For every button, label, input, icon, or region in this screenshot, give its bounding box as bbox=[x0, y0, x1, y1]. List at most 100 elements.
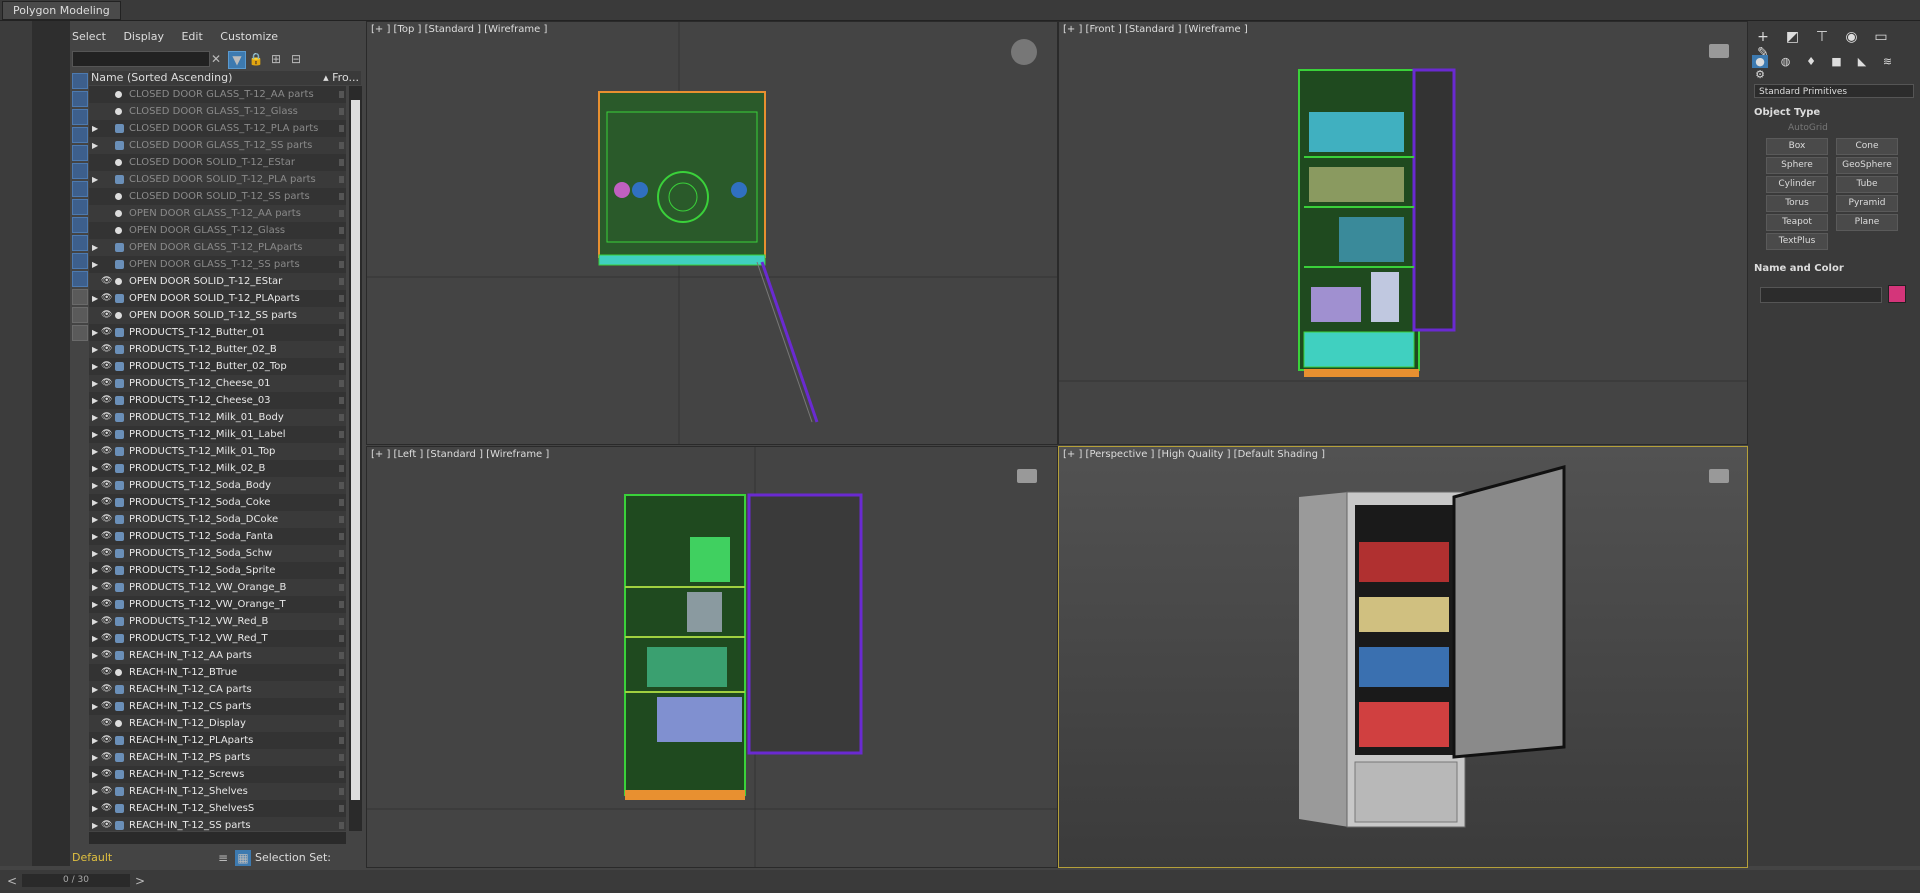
filter-cameras-icon[interactable] bbox=[72, 127, 88, 143]
modify-tab-icon[interactable]: ◩ bbox=[1782, 29, 1804, 45]
visibility-eye-icon[interactable]: 👁 bbox=[101, 732, 112, 749]
list-item[interactable]: ▶ 👁 PRODUCTS_T-12_Soda_Coke bbox=[89, 494, 346, 511]
list-item[interactable]: OPEN DOOR GLASS_T-12_AA parts bbox=[89, 205, 346, 222]
cylinder-button[interactable]: Cylinder bbox=[1766, 176, 1828, 193]
frozen-toggle-icon[interactable] bbox=[339, 635, 344, 642]
filter-icon[interactable]: ▼ bbox=[228, 51, 246, 69]
list-item[interactable]: ▶ 👁 REACH-IN_T-12_SS parts bbox=[89, 817, 346, 831]
hierarchy-tab-icon[interactable]: ⊤ bbox=[1811, 29, 1833, 45]
visibility-eye-icon[interactable]: 👁 bbox=[101, 511, 112, 528]
frozen-toggle-icon[interactable] bbox=[339, 703, 344, 710]
menu-select[interactable]: Select bbox=[72, 30, 106, 43]
expand-arrow-icon[interactable]: ▶ bbox=[92, 783, 100, 800]
systems-icon[interactable]: ⚙ bbox=[1752, 68, 1768, 81]
frozen-toggle-icon[interactable] bbox=[339, 312, 344, 319]
shapes-icon[interactable]: ◍ bbox=[1778, 55, 1794, 68]
expand-arrow-icon[interactable]: ▶ bbox=[92, 290, 100, 307]
filter-shapes-icon[interactable] bbox=[72, 91, 88, 107]
list-item[interactable]: ▶ 👁 PRODUCTS_T-12_VW_Orange_B bbox=[89, 579, 346, 596]
expand-arrow-icon[interactable]: ▶ bbox=[92, 341, 100, 358]
filter-frozen-icon[interactable] bbox=[72, 253, 88, 269]
scrollbar-thumb[interactable] bbox=[351, 100, 360, 800]
menu-edit[interactable]: Edit bbox=[181, 30, 202, 43]
frozen-toggle-icon[interactable] bbox=[339, 516, 344, 523]
list-item[interactable]: ▶ 👁 PRODUCTS_T-12_Soda_Schw bbox=[89, 545, 346, 562]
frozen-toggle-icon[interactable] bbox=[339, 431, 344, 438]
expand-arrow-icon[interactable]: ▶ bbox=[92, 817, 100, 831]
filter-bones-icon[interactable] bbox=[72, 217, 88, 233]
frozen-toggle-icon[interactable] bbox=[339, 295, 344, 302]
list-item[interactable]: ▶ OPEN DOOR GLASS_T-12_SS parts bbox=[89, 256, 346, 273]
visibility-eye-icon[interactable]: 👁 bbox=[101, 647, 112, 664]
expand-arrow-icon[interactable]: ▶ bbox=[92, 647, 100, 664]
visibility-eye-icon[interactable]: 👁 bbox=[101, 715, 112, 732]
frozen-toggle-icon[interactable] bbox=[339, 669, 344, 676]
frozen-toggle-icon[interactable] bbox=[339, 91, 344, 98]
filter-all-icon[interactable] bbox=[72, 289, 88, 305]
expand-arrow-icon[interactable]: ▶ bbox=[92, 358, 100, 375]
visibility-eye-icon[interactable]: 👁 bbox=[101, 783, 112, 800]
frozen-toggle-icon[interactable] bbox=[339, 550, 344, 557]
explorer-column-header[interactable]: Name (Sorted Ascending) ▴ Fro... bbox=[89, 71, 361, 85]
expand-arrow-icon[interactable]: ▶ bbox=[92, 800, 100, 817]
filter-invert-icon[interactable] bbox=[72, 325, 88, 341]
list-horizontal-scrollbar[interactable] bbox=[89, 832, 346, 844]
menu-customize[interactable]: Customize bbox=[220, 30, 278, 43]
list-item[interactable]: ▶ 👁 PRODUCTS_T-12_Milk_01_Label bbox=[89, 426, 346, 443]
expand-arrow-icon[interactable]: ▶ bbox=[92, 562, 100, 579]
frozen-toggle-icon[interactable] bbox=[339, 499, 344, 506]
sphere-button[interactable]: Sphere bbox=[1766, 157, 1828, 174]
menu-display[interactable]: Display bbox=[123, 30, 164, 43]
filter-hidden-icon[interactable] bbox=[72, 271, 88, 287]
list-item[interactable]: ▶ 👁 PRODUCTS_T-12_VW_Red_B bbox=[89, 613, 346, 630]
visibility-eye-icon[interactable]: 👁 bbox=[101, 290, 112, 307]
frozen-toggle-icon[interactable] bbox=[339, 397, 344, 404]
expand-arrow-icon[interactable]: ▶ bbox=[92, 120, 100, 137]
search-input[interactable] bbox=[72, 51, 210, 67]
frozen-toggle-icon[interactable] bbox=[339, 737, 344, 744]
visibility-eye-icon[interactable]: 👁 bbox=[101, 800, 112, 817]
list-item[interactable]: CLOSED DOOR GLASS_T-12_Glass bbox=[89, 103, 346, 120]
expand-arrow-icon[interactable]: ▶ bbox=[92, 511, 100, 528]
list-item[interactable]: CLOSED DOOR SOLID_T-12_SS parts bbox=[89, 188, 346, 205]
visibility-eye-icon[interactable]: 👁 bbox=[101, 426, 112, 443]
display-tab-icon[interactable]: ▭ bbox=[1870, 29, 1892, 45]
geometry-icon[interactable]: ● bbox=[1752, 55, 1768, 68]
list-item[interactable]: ▶ 👁 REACH-IN_T-12_PS parts bbox=[89, 749, 346, 766]
frozen-toggle-icon[interactable] bbox=[339, 686, 344, 693]
visibility-eye-icon[interactable]: 👁 bbox=[101, 494, 112, 511]
name-and-color-rollout[interactable]: Name and Color bbox=[1754, 263, 1914, 274]
list-item[interactable]: ▶ CLOSED DOOR SOLID_T-12_PLA parts bbox=[89, 171, 346, 188]
frozen-toggle-icon[interactable] bbox=[339, 465, 344, 472]
column-name[interactable]: Name (Sorted Ascending) bbox=[91, 71, 232, 85]
frozen-toggle-icon[interactable] bbox=[339, 380, 344, 387]
visibility-eye-icon[interactable]: 👁 bbox=[101, 273, 112, 290]
primitive-type-dropdown[interactable]: Standard Primitives bbox=[1754, 84, 1914, 98]
list-item[interactable]: ▶ 👁 REACH-IN_T-12_CS parts bbox=[89, 698, 346, 715]
list-item[interactable]: ▶ 👁 PRODUCTS_T-12_Cheese_01 bbox=[89, 375, 346, 392]
frozen-toggle-icon[interactable] bbox=[339, 805, 344, 812]
filter-lights-icon[interactable] bbox=[72, 109, 88, 125]
expand-arrow-icon[interactable]: ▶ bbox=[92, 477, 100, 494]
frozen-toggle-icon[interactable] bbox=[339, 584, 344, 591]
lock-icon[interactable]: 🔒 bbox=[248, 51, 264, 67]
expand-arrow-icon[interactable]: ▶ bbox=[92, 137, 100, 154]
frozen-toggle-icon[interactable] bbox=[339, 414, 344, 421]
viewport-top[interactable]: [+ ] [Top ] [Standard ] [Wireframe ] bbox=[366, 21, 1058, 445]
visibility-eye-icon[interactable]: 👁 bbox=[101, 460, 112, 477]
list-item[interactable]: ▶ 👁 PRODUCTS_T-12_VW_Red_T bbox=[89, 630, 346, 647]
visibility-eye-icon[interactable]: 👁 bbox=[101, 630, 112, 647]
geosphere-button[interactable]: GeoSphere bbox=[1836, 157, 1898, 174]
list-item[interactable]: ▶ 👁 PRODUCTS_T-12_VW_Orange_T bbox=[89, 596, 346, 613]
autogrid-checkbox[interactable]: AutoGrid bbox=[1788, 123, 1828, 133]
viewport-front[interactable]: [+ ] [Front ] [Standard ] [Wireframe ] bbox=[1058, 21, 1748, 445]
frame-counter[interactable]: 0 / 30 bbox=[22, 874, 130, 887]
frozen-toggle-icon[interactable] bbox=[339, 601, 344, 608]
list-item[interactable]: ▶ 👁 PRODUCTS_T-12_Soda_Body bbox=[89, 477, 346, 494]
expand-arrow-icon[interactable]: ▶ bbox=[92, 375, 100, 392]
expand-arrow-icon[interactable]: ▶ bbox=[92, 698, 100, 715]
clear-search-icon[interactable]: ✕ bbox=[208, 51, 224, 67]
filter-containers-icon[interactable] bbox=[72, 235, 88, 251]
list-item[interactable]: ▶ 👁 PRODUCTS_T-12_Butter_02_Top bbox=[89, 358, 346, 375]
list-item[interactable]: ▶ 👁 PRODUCTS_T-12_Soda_Sprite bbox=[89, 562, 346, 579]
